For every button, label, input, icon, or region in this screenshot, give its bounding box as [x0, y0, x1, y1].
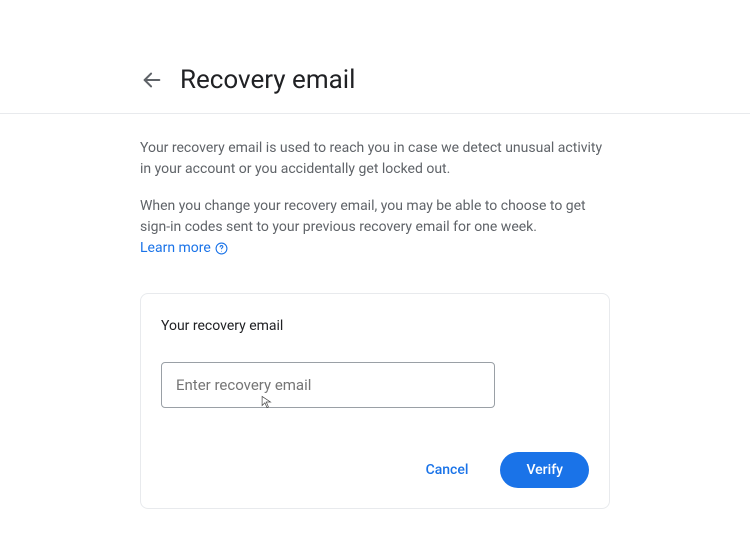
page-title: Recovery email	[180, 65, 355, 95]
button-row: Cancel Verify	[161, 452, 589, 488]
description-paragraph-2-text: When you change your recovery email, you…	[140, 198, 586, 235]
card-label: Your recovery email	[161, 318, 589, 334]
learn-more-link[interactable]: Learn more	[140, 238, 229, 259]
verify-button[interactable]: Verify	[500, 452, 589, 488]
main-content: Your recovery email is used to reach you…	[140, 114, 610, 509]
help-icon	[215, 242, 229, 256]
description-paragraph-2: When you change your recovery email, you…	[140, 196, 610, 259]
cancel-button[interactable]: Cancel	[416, 454, 479, 486]
description-paragraph-1: Your recovery email is used to reach you…	[140, 138, 610, 180]
learn-more-text: Learn more	[140, 238, 211, 259]
input-wrap	[161, 362, 589, 408]
recovery-email-card: Your recovery email Cancel Verify	[140, 293, 610, 509]
recovery-email-input[interactable]	[161, 362, 495, 408]
page-header: Recovery email	[0, 0, 750, 114]
back-arrow-icon[interactable]	[140, 68, 164, 92]
